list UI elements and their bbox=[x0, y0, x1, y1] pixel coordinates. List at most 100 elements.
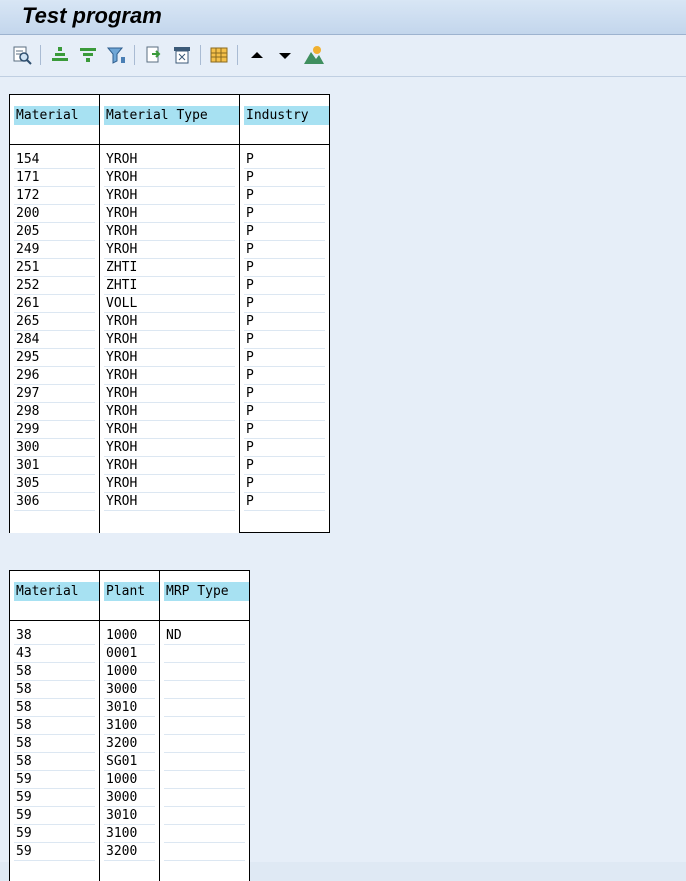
table-cell[interactable]: YROH bbox=[104, 457, 235, 475]
table-cell[interactable]: P bbox=[244, 205, 325, 223]
table-cell[interactable]: YROH bbox=[104, 223, 235, 241]
table-cell[interactable]: YROH bbox=[104, 349, 235, 367]
table-cell[interactable]: P bbox=[244, 457, 325, 475]
table-cell[interactable]: 249 bbox=[14, 241, 95, 259]
table-cell[interactable]: 171 bbox=[14, 169, 95, 187]
table-cell[interactable]: VOLL bbox=[104, 295, 235, 313]
filter-icon[interactable] bbox=[105, 44, 127, 66]
table-cell[interactable]: YROH bbox=[104, 169, 235, 187]
table-cell[interactable]: 252 bbox=[14, 277, 95, 295]
table-cell[interactable]: P bbox=[244, 367, 325, 385]
table-cell[interactable]: YROH bbox=[104, 403, 235, 421]
table-cell[interactable]: 43 bbox=[14, 645, 95, 663]
table-cell[interactable]: P bbox=[244, 187, 325, 205]
table-cell[interactable]: 59 bbox=[14, 789, 95, 807]
table-cell[interactable]: YROH bbox=[104, 439, 235, 457]
table-cell[interactable]: 1000 bbox=[104, 771, 155, 789]
table-cell[interactable] bbox=[164, 789, 245, 807]
table-cell[interactable]: 3100 bbox=[104, 825, 155, 843]
table-cell[interactable]: YROH bbox=[104, 151, 235, 169]
table-cell[interactable]: P bbox=[244, 349, 325, 367]
table-cell[interactable]: P bbox=[244, 493, 325, 511]
table-cell[interactable]: P bbox=[244, 277, 325, 295]
table-cell[interactable]: 38 bbox=[14, 627, 95, 645]
table-cell[interactable]: 295 bbox=[14, 349, 95, 367]
table-cell[interactable]: 205 bbox=[14, 223, 95, 241]
table-cell[interactable]: P bbox=[244, 223, 325, 241]
table-cell[interactable]: 296 bbox=[14, 367, 95, 385]
table-cell[interactable]: P bbox=[244, 331, 325, 349]
table-cell[interactable]: ZHTI bbox=[104, 259, 235, 277]
table-cell[interactable]: 59 bbox=[14, 843, 95, 861]
table-cell[interactable]: 58 bbox=[14, 735, 95, 753]
table-cell[interactable]: ND bbox=[164, 627, 245, 645]
table-cell[interactable] bbox=[164, 663, 245, 681]
table-cell[interactable]: 0001 bbox=[104, 645, 155, 663]
column-header[interactable]: MRP Type bbox=[159, 570, 250, 621]
table-cell[interactable]: P bbox=[244, 169, 325, 187]
sort-ascending-icon[interactable] bbox=[49, 44, 71, 66]
table-cell[interactable]: 3010 bbox=[104, 807, 155, 825]
table-cell[interactable]: 298 bbox=[14, 403, 95, 421]
table-cell[interactable]: P bbox=[244, 439, 325, 457]
table-cell[interactable]: 172 bbox=[14, 187, 95, 205]
table-cell[interactable]: 3010 bbox=[104, 699, 155, 717]
table-cell[interactable]: YROH bbox=[104, 367, 235, 385]
table-cell[interactable]: 3200 bbox=[104, 735, 155, 753]
table-cell[interactable]: YROH bbox=[104, 331, 235, 349]
table-cell[interactable]: P bbox=[244, 403, 325, 421]
table-cell[interactable]: 300 bbox=[14, 439, 95, 457]
column-header[interactable]: Material Type bbox=[99, 94, 240, 145]
table-cell[interactable]: P bbox=[244, 385, 325, 403]
table-cell[interactable]: 301 bbox=[14, 457, 95, 475]
table-cell[interactable] bbox=[164, 843, 245, 861]
table-cell[interactable]: SG01 bbox=[104, 753, 155, 771]
table-cell[interactable]: P bbox=[244, 475, 325, 493]
table-cell[interactable] bbox=[164, 771, 245, 789]
table-cell[interactable]: P bbox=[244, 241, 325, 259]
table-cell[interactable]: YROH bbox=[104, 313, 235, 331]
table-cell[interactable] bbox=[164, 699, 245, 717]
table-cell[interactable]: P bbox=[244, 421, 325, 439]
column-header[interactable]: Plant bbox=[99, 570, 160, 621]
table-cell[interactable]: 3100 bbox=[104, 717, 155, 735]
sort-descending-icon[interactable] bbox=[77, 44, 99, 66]
table-cell[interactable]: YROH bbox=[104, 421, 235, 439]
table-cell[interactable]: 3000 bbox=[104, 789, 155, 807]
table-cell[interactable]: 299 bbox=[14, 421, 95, 439]
table-cell[interactable]: YROH bbox=[104, 205, 235, 223]
table-cell[interactable]: 59 bbox=[14, 771, 95, 789]
table-cell[interactable]: 261 bbox=[14, 295, 95, 313]
arrow-up-icon[interactable] bbox=[246, 44, 268, 66]
layout-grid-icon[interactable] bbox=[208, 44, 230, 66]
table-cell[interactable]: 305 bbox=[14, 475, 95, 493]
table-cell[interactable] bbox=[164, 825, 245, 843]
table-cell[interactable]: YROH bbox=[104, 187, 235, 205]
table-cell[interactable]: 58 bbox=[14, 753, 95, 771]
table-cell[interactable]: YROH bbox=[104, 493, 235, 511]
table-cell[interactable]: YROH bbox=[104, 241, 235, 259]
table-cell[interactable]: 58 bbox=[14, 681, 95, 699]
table-cell[interactable]: P bbox=[244, 313, 325, 331]
table-cell[interactable] bbox=[164, 681, 245, 699]
table-cell[interactable]: 284 bbox=[14, 331, 95, 349]
table-cell[interactable]: YROH bbox=[104, 475, 235, 493]
table-cell[interactable]: ZHTI bbox=[104, 277, 235, 295]
table-cell[interactable]: 3000 bbox=[104, 681, 155, 699]
column-header[interactable]: Material bbox=[9, 570, 100, 621]
column-header[interactable]: Material bbox=[9, 94, 100, 145]
table-cell[interactable]: 59 bbox=[14, 807, 95, 825]
table-cell[interactable]: 306 bbox=[14, 493, 95, 511]
graphic-icon[interactable] bbox=[303, 44, 325, 66]
table-cell[interactable] bbox=[164, 735, 245, 753]
table-cell[interactable]: 154 bbox=[14, 151, 95, 169]
table-cell[interactable]: 59 bbox=[14, 825, 95, 843]
table-cell[interactable]: 265 bbox=[14, 313, 95, 331]
export-icon[interactable] bbox=[143, 44, 165, 66]
table-cell[interactable]: P bbox=[244, 295, 325, 313]
table-cell[interactable]: 297 bbox=[14, 385, 95, 403]
table-cell[interactable]: YROH bbox=[104, 385, 235, 403]
table-cell[interactable] bbox=[164, 807, 245, 825]
table-cell[interactable]: 58 bbox=[14, 717, 95, 735]
table-cell[interactable]: P bbox=[244, 151, 325, 169]
